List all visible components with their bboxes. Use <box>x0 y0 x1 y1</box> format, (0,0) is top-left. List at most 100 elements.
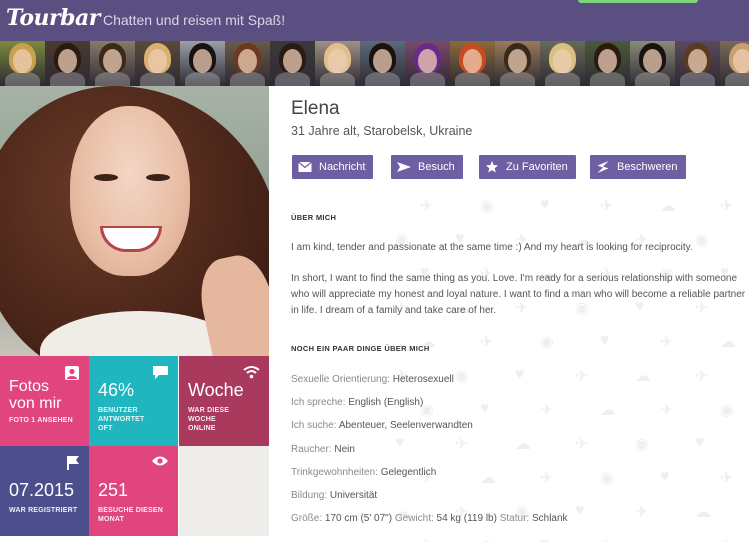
background-pattern-icon: ✈ <box>719 198 734 215</box>
background-pattern-icon: ☁ <box>599 402 616 419</box>
member-avatar-thumb[interactable] <box>225 41 270 86</box>
plane-icon <box>397 162 411 172</box>
member-avatar-thumb[interactable] <box>135 41 180 86</box>
background-pattern-icon: ☁ <box>660 536 676 542</box>
site-logo[interactable]: Tourbar <box>6 5 100 31</box>
background-pattern-icon: ♥ <box>540 536 550 542</box>
background-pattern-icon: ◉ <box>480 536 494 542</box>
background-pattern-icon: ☁ <box>659 198 676 215</box>
background-pattern-icon: ◉ <box>634 436 649 453</box>
envelope-icon <box>298 161 312 172</box>
top-header: Tourbar Chatten und reisen mit Spaß! <box>0 0 749 41</box>
member-avatar-thumb[interactable] <box>360 41 405 86</box>
visit-button-label: Besuch <box>418 161 455 173</box>
profile-subtitle: 31 Jahre alt, Starobelsk, Ukraine <box>291 124 473 138</box>
tile-visits-caption: BESUCHE DIESEN MONAT <box>98 507 164 523</box>
tile-photos-title: Fotos von mir <box>9 378 62 412</box>
background-pattern-icon: ✈ <box>599 198 614 215</box>
member-avatar-thumb[interactable] <box>450 41 495 86</box>
background-pattern-icon: ✈ <box>600 536 613 542</box>
fact-looking-for: Ich suche: Abenteuer, Seelenverwandten <box>291 420 473 431</box>
background-pattern-icon: ♥ <box>659 468 670 485</box>
background-pattern-icon: ◉ <box>479 198 494 215</box>
fact-drinking: Trinkgewohnheiten: Gelegentlich <box>291 467 437 478</box>
fact-languages: Ich spreche: English (English) <box>291 397 424 408</box>
tile-registered: 07.2015 WAR REGISTRIERT <box>0 446 89 536</box>
about-heading: ÜBER MICH <box>291 213 337 222</box>
about-text-2: In short, I want to find the same thing … <box>291 273 746 316</box>
member-avatar-thumb[interactable] <box>90 41 135 86</box>
tile-reply-rate: 46% BENUTZER ANTWORTET OFT <box>89 356 178 446</box>
background-pattern-icon: ✈ <box>539 470 554 487</box>
member-avatar-thumb[interactable] <box>45 41 90 86</box>
member-avatar-thumb[interactable] <box>720 41 749 86</box>
member-avatar-thumb[interactable] <box>180 41 225 86</box>
background-pattern-icon: ✈ <box>720 536 733 542</box>
member-avatar-thumb[interactable] <box>675 41 720 86</box>
tile-visits-value: 251 <box>98 480 129 500</box>
star-icon <box>485 161 499 173</box>
member-avatar-thumb[interactable] <box>0 41 45 86</box>
tile-empty <box>179 446 269 536</box>
background-pattern-icon: ✈ <box>454 436 469 453</box>
background-pattern-icon: ✈ <box>574 436 589 453</box>
member-avatar-thumb[interactable] <box>495 41 540 86</box>
background-pattern-icon: ☁ <box>694 504 711 521</box>
member-avatar-strip <box>0 41 749 86</box>
lightning-icon <box>597 161 609 173</box>
member-avatar-thumb[interactable] <box>405 41 450 86</box>
background-pattern-icon: ♥ <box>599 332 610 349</box>
background-pattern-icon: ☁ <box>634 368 651 385</box>
background-pattern-icon: ◉ <box>454 368 469 385</box>
about-text-1: I am kind, tender and passionate at the … <box>291 242 693 253</box>
background-pattern-icon: ♥ <box>514 366 525 383</box>
tile-online-caption: WAR DIESE WOCHE ONLINE <box>188 407 230 432</box>
background-pattern-icon: ✈ <box>574 368 589 385</box>
details-heading: NOCH EIN PAAR DINGE ÜBER MICH <box>291 344 430 353</box>
background-pattern-icon: ✈ <box>719 470 734 487</box>
wifi-icon <box>243 366 260 379</box>
tile-photos-caption: FOTO 1 ANSEHEN <box>9 417 73 424</box>
member-avatar-thumb[interactable] <box>315 41 360 86</box>
fact-body: Größe: 170 cm (5' 07") Gewicht: 54 kg (1… <box>291 513 568 524</box>
background-pattern-icon: ✈ <box>634 504 649 521</box>
background-pattern-icon: ✈ <box>659 402 674 419</box>
background-pattern-icon: ✈ <box>419 198 434 215</box>
tile-photos[interactable]: Fotos von mir FOTO 1 ANSEHEN <box>0 356 89 446</box>
profile-main-photo[interactable]: 1 <box>0 86 269 356</box>
tile-reply-value: 46% <box>98 380 135 400</box>
member-avatar-thumb[interactable] <box>270 41 315 86</box>
site-tagline: Chatten und reisen mit Spaß! <box>103 12 286 28</box>
tile-visits: 251 BESUCHE DIESEN MONAT <box>89 446 178 536</box>
fact-smoker: Raucher: Nein <box>291 444 355 455</box>
background-pattern-icon: ✈ <box>479 334 494 351</box>
background-pattern-icon: ☁ <box>719 334 736 351</box>
message-button-label: Nachricht <box>319 161 366 173</box>
visit-button[interactable]: Besuch <box>391 155 463 179</box>
background-pattern-icon: ◉ <box>539 334 554 351</box>
background-pattern-icon: ✈ <box>694 368 709 385</box>
background-pattern-icon: ♥ <box>539 196 550 213</box>
background-pattern-icon: ♥ <box>394 434 405 451</box>
tile-registered-value: 07.2015 <box>9 480 75 500</box>
member-avatar-thumb[interactable] <box>630 41 675 86</box>
message-button[interactable]: Nachricht <box>292 155 374 179</box>
background-pattern-icon: ✈ <box>659 334 674 351</box>
member-avatar-thumb[interactable] <box>540 41 585 86</box>
report-button[interactable]: Beschweren <box>590 155 686 179</box>
eye-icon <box>152 456 168 466</box>
favorite-button[interactable]: Zu Favoriten <box>479 155 576 179</box>
background-pattern-icon: ◉ <box>599 470 614 487</box>
tile-online-value: Woche <box>188 380 244 400</box>
fact-education: Bildung: Universität <box>291 490 378 501</box>
chat-bubble-icon <box>153 366 168 379</box>
background-pattern-icon: ☁ <box>514 436 531 453</box>
background-pattern-icon: ♥ <box>694 434 705 451</box>
header-accent-bar <box>578 0 698 3</box>
member-avatar-thumb[interactable] <box>585 41 630 86</box>
fact-orientation: Sexuelle Orientierung: Heterosexuell <box>291 374 454 385</box>
background-pattern-icon: ◉ <box>719 402 734 419</box>
tile-reply-caption: BENUTZER ANTWORTET OFT <box>98 407 145 432</box>
background-pattern-icon: ☁ <box>479 470 496 487</box>
profile-name: Elena <box>291 98 340 119</box>
